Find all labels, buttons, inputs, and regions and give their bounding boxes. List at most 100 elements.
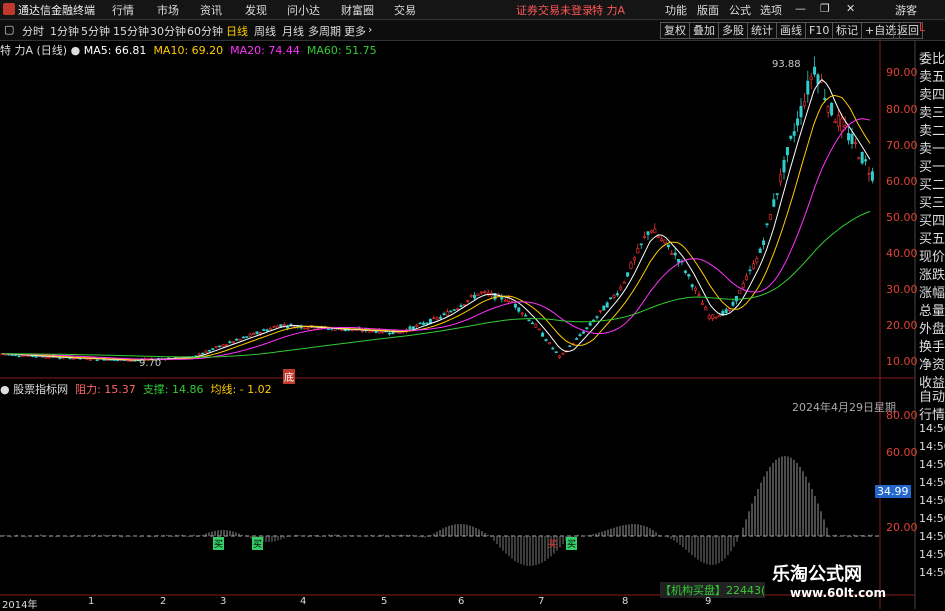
candle-body (636, 248, 640, 254)
guest-label[interactable]: 游客 (895, 2, 917, 18)
candle-body (388, 332, 392, 335)
candle-body (782, 159, 786, 173)
candle-body (462, 304, 466, 306)
candle-body (449, 310, 453, 313)
menu-item-exchange[interactable]: 市场 (157, 2, 179, 18)
period-tab-more[interactable]: 更多 (344, 23, 366, 39)
period-tab[interactable]: 周线 (254, 23, 276, 39)
candle-body (860, 151, 864, 164)
side-header[interactable]: L (919, 21, 945, 34)
candle-body (687, 274, 691, 277)
period-tab[interactable]: 1分钟 (50, 23, 79, 39)
side-item: 涨幅 (919, 286, 945, 301)
quote-tab[interactable]: 行情 (919, 404, 945, 423)
tick-time: 14:50 (919, 566, 945, 579)
ma-line-3 (2, 210, 871, 358)
candle-body (197, 353, 201, 356)
candle-body (469, 295, 473, 297)
candle-body (697, 294, 701, 296)
side-item: 买一 (919, 160, 945, 175)
multi-stock-button[interactable]: 多股 (718, 22, 748, 39)
restore-icon[interactable]: ❐ (820, 2, 830, 15)
candle-body (279, 324, 283, 328)
menu-item-function[interactable]: 功能 (665, 2, 687, 18)
tab-fenshi[interactable]: ▢ (4, 23, 14, 36)
candle-body (806, 80, 810, 95)
side-item: 卖四 (919, 88, 945, 103)
login-notice[interactable]: 证券交易未登录 (516, 2, 593, 18)
menu-item-trade[interactable]: 交易 (394, 2, 416, 18)
period-tab[interactable]: 60分钟 (187, 23, 223, 39)
candle-body (411, 326, 415, 330)
candle-body (422, 322, 426, 325)
draw-line-button[interactable]: 画线 (776, 22, 806, 39)
minimize-icon[interactable]: — (795, 2, 806, 15)
candle-body (734, 295, 738, 302)
candle-body (452, 309, 456, 311)
chevron-right-icon[interactable]: › (368, 23, 372, 36)
mark-button[interactable]: 标记 (832, 22, 862, 39)
candle-body (466, 299, 470, 302)
candle-body (765, 223, 769, 226)
tick-time: 14:50 (919, 422, 945, 435)
buy-mark: 买 (213, 537, 225, 550)
y-tick-label: 20.00 (886, 319, 918, 332)
period-tab[interactable]: 30分钟 (150, 23, 186, 39)
tick-time: 14:50 (919, 512, 945, 525)
watermark-title: 乐淘公式网 (772, 564, 862, 585)
candle-body (221, 344, 225, 347)
candle-body (272, 326, 276, 328)
period-tab[interactable]: 月线 (282, 23, 304, 39)
ma-line-2 (2, 118, 871, 360)
menu-item-news[interactable]: 资讯 (200, 2, 222, 18)
candle-body (374, 331, 378, 333)
y-tick-label: 30.00 (886, 283, 918, 296)
candle-body (626, 272, 630, 277)
candle-body (211, 348, 215, 350)
candle-body (282, 324, 286, 326)
candle-body (218, 345, 222, 348)
menu-item-market[interactable]: 行情 (112, 2, 134, 18)
ma-line-1 (1, 94, 871, 361)
candle-body (235, 338, 239, 341)
x-tick-label: 8 (622, 596, 629, 607)
fuquan-button[interactable]: 复权 (660, 22, 690, 39)
candle-body (58, 357, 62, 360)
sub-y-tick: 60.00 (886, 446, 918, 459)
f10-button[interactable]: F10 (805, 22, 834, 39)
x-tick-label: 2 (160, 596, 167, 607)
candle-body (663, 239, 667, 243)
period-tab[interactable]: 多周期 (308, 23, 341, 39)
candle-body (745, 275, 749, 281)
candle-body (415, 324, 419, 327)
menu-item-wealth[interactable]: 财富圈 (341, 2, 374, 18)
candle-body (544, 339, 548, 341)
menu-item-ask[interactable]: 问小达 (287, 2, 320, 18)
menu-item-options[interactable]: 选项 (760, 2, 782, 18)
kline-chart[interactable] (0, 40, 945, 609)
candle-body (738, 289, 742, 294)
menu-item-formula[interactable]: 公式 (729, 2, 751, 18)
y-tick-label: 10.00 (886, 355, 918, 368)
candle-body (238, 338, 242, 341)
candle-body (619, 286, 623, 290)
close-icon[interactable]: ✕ (846, 2, 855, 15)
auto-tab[interactable]: 自动 (919, 386, 945, 405)
menu-item-discover[interactable]: 发现 (245, 2, 267, 18)
candle-body (561, 352, 565, 355)
candle-body (442, 313, 446, 315)
candle-body (714, 316, 718, 319)
candle-body (598, 310, 602, 312)
candle-body (717, 314, 721, 318)
stats-button[interactable]: 统计 (747, 22, 777, 39)
candle-body (204, 350, 208, 353)
overlay-button[interactable]: 叠加 (689, 22, 719, 39)
candle-body (343, 329, 347, 332)
period-tab-daily[interactable]: 日线 (226, 23, 248, 39)
period-tab[interactable]: 15分钟 (113, 23, 149, 39)
menu-item-layout[interactable]: 版面 (697, 2, 719, 18)
period-tab[interactable]: 5分钟 (81, 23, 110, 39)
candle-body (503, 300, 507, 302)
period-tab[interactable]: 分时 (22, 23, 44, 39)
candle-body (779, 174, 783, 183)
